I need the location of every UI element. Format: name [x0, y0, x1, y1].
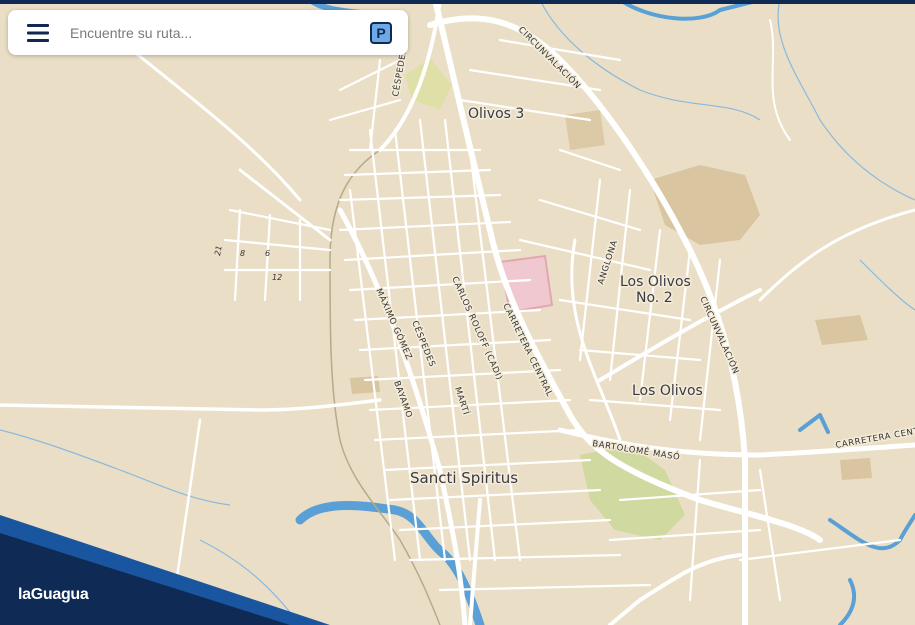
- parking-icon: P: [376, 24, 386, 41]
- city-label-sancti-spiritus: Sancti Spiritus: [410, 469, 518, 487]
- place-label-los-olivos-no2-line2: No. 2: [636, 290, 673, 306]
- block-number-label: 8: [240, 249, 245, 258]
- place-label-los-olivos-no2-line1: Los Olivos: [620, 274, 691, 290]
- block-number-label: 6: [265, 249, 270, 258]
- hamburger-menu-icon: [27, 23, 49, 42]
- map-canvas[interactable]: Olivos 3 Los Olivos No. 2 Los Olivos San…: [0, 0, 915, 625]
- menu-button[interactable]: [16, 10, 60, 55]
- search-bar: P: [8, 10, 408, 55]
- top-stripe: [0, 0, 915, 4]
- parking-button[interactable]: P: [370, 21, 392, 44]
- block-number-label: 21: [213, 245, 224, 257]
- block-number-label: 12: [272, 273, 282, 282]
- brand-logo[interactable]: laGuagua: [18, 586, 89, 604]
- place-label-olivos-3: Olivos 3: [468, 106, 524, 122]
- route-search-input[interactable]: [60, 24, 370, 41]
- place-label-los-olivos: Los Olivos: [632, 383, 703, 399]
